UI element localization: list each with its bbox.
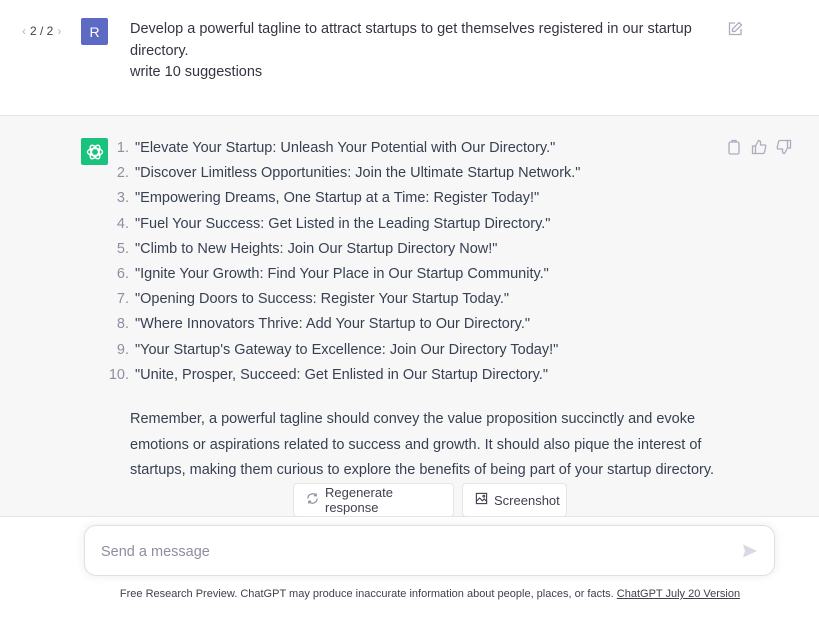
list-item: 2. "Discover Limitless Opportunities: Joi… xyxy=(105,165,581,190)
tagline-list: 1. "Elevate Your Startup: Unleash Your Po… xyxy=(105,140,581,392)
list-number: 1. xyxy=(116,140,129,156)
list-text: "Opening Doors to Success: Register Your… xyxy=(135,291,510,308)
list-number: 8. xyxy=(116,316,129,333)
answer-note: Remember, a powerful tagline should conv… xyxy=(130,411,715,478)
thumbs-down-icon[interactable] xyxy=(776,139,792,155)
edit-icon[interactable] xyxy=(727,21,743,37)
list-item: 5. "Climb to New Heights: Join Our Startu… xyxy=(105,241,580,266)
user-message-line: write 10 suggestions xyxy=(130,64,263,80)
list-text: "Elevate Your Startup: Unleash Your Pote… xyxy=(135,140,556,156)
list-item: 8. "Where Innovators Thrive: Add Your Sta… xyxy=(105,316,580,341)
assistant-message-row: 1. "Elevate Your Startup: Unleash Your Po… xyxy=(0,116,819,517)
screenshot-label: Screenshot xyxy=(494,492,560,508)
list-number: 6. xyxy=(116,265,129,282)
list-text: "Fuel Your Success: Get Listed in the Le… xyxy=(135,215,551,232)
refresh-icon xyxy=(306,492,319,508)
list-number: 2. xyxy=(116,165,129,182)
list-number: 7. xyxy=(116,291,129,308)
list-number: 3. xyxy=(116,190,129,207)
list-text: "Empowering Dreams, One Startup at a Tim… xyxy=(135,190,540,207)
list-item: 1. "Elevate Your Startup: Unleash Your Po… xyxy=(105,140,580,165)
list-item: 6. "Ignite Your Growth: Find Your Place i… xyxy=(105,266,580,291)
version-link[interactable]: ChatGPT July 20 Version xyxy=(617,588,740,600)
user-message-text: Develop a powerful tagline to attract st… xyxy=(130,19,710,84)
list-item: 10. "Unite, Prosper, Succeed: Get Enliste… xyxy=(105,367,580,392)
list-item: 3. "Empowering Dreams, One Startup at a T… xyxy=(105,190,580,215)
list-number: 5. xyxy=(116,240,129,257)
send-icon[interactable] xyxy=(742,543,758,559)
list-item: 9. "Your Startup's Gateway to Excellence:… xyxy=(105,342,580,367)
image-icon xyxy=(475,492,488,508)
user-message-line: Develop a powerful tagline to attract st… xyxy=(130,21,692,59)
message-input[interactable] xyxy=(99,540,723,564)
message-actions xyxy=(726,139,792,155)
regenerate-label: Regenerate response xyxy=(325,485,393,515)
list-number: 9. xyxy=(116,341,129,358)
screenshot-button[interactable]: Screenshot xyxy=(462,483,567,517)
list-item: 4. "Fuel Your Success: Get Listed in the … xyxy=(105,216,580,241)
footer-disclaimer: Free Research Preview. ChatGPT may produ… xyxy=(0,588,819,600)
message-composer xyxy=(84,525,775,576)
list-text: "Ignite Your Growth: Find Your Place in … xyxy=(135,265,549,282)
user-avatar: R xyxy=(81,18,108,45)
pager-text: 2 / 2 xyxy=(30,24,54,38)
list-text: "Unite, Prosper, Succeed: Get Enlisted i… xyxy=(135,366,548,383)
thumbs-up-icon[interactable] xyxy=(751,139,767,155)
response-pager: ‹ 2 / 2 › xyxy=(22,24,61,38)
list-item: 7. "Opening Doors to Success: Register Yo… xyxy=(105,291,580,316)
disclaimer-text: Free Research Preview. ChatGPT may produ… xyxy=(119,588,617,600)
list-number: 4. xyxy=(116,215,129,232)
list-text: "Climb to New Heights: Join Our Startup … xyxy=(135,240,498,257)
list-text: "Your Startup's Gateway to Excellence: J… xyxy=(135,341,559,358)
user-message-row: ‹ 2 / 2 › R Develop a powerful tagline t… xyxy=(0,0,819,116)
chevron-right-icon[interactable]: › xyxy=(57,24,61,38)
regenerate-response-button[interactable]: Regenerate response xyxy=(293,483,454,517)
copy-icon[interactable] xyxy=(726,139,742,155)
list-text: "Where Innovators Thrive: Add Your Start… xyxy=(135,316,530,333)
list-number: 10. xyxy=(108,366,129,383)
chevron-left-icon[interactable]: ‹ xyxy=(22,24,26,38)
openai-logo-icon xyxy=(81,138,108,165)
list-text: "Discover Limitless Opportunities: Join … xyxy=(135,165,581,182)
